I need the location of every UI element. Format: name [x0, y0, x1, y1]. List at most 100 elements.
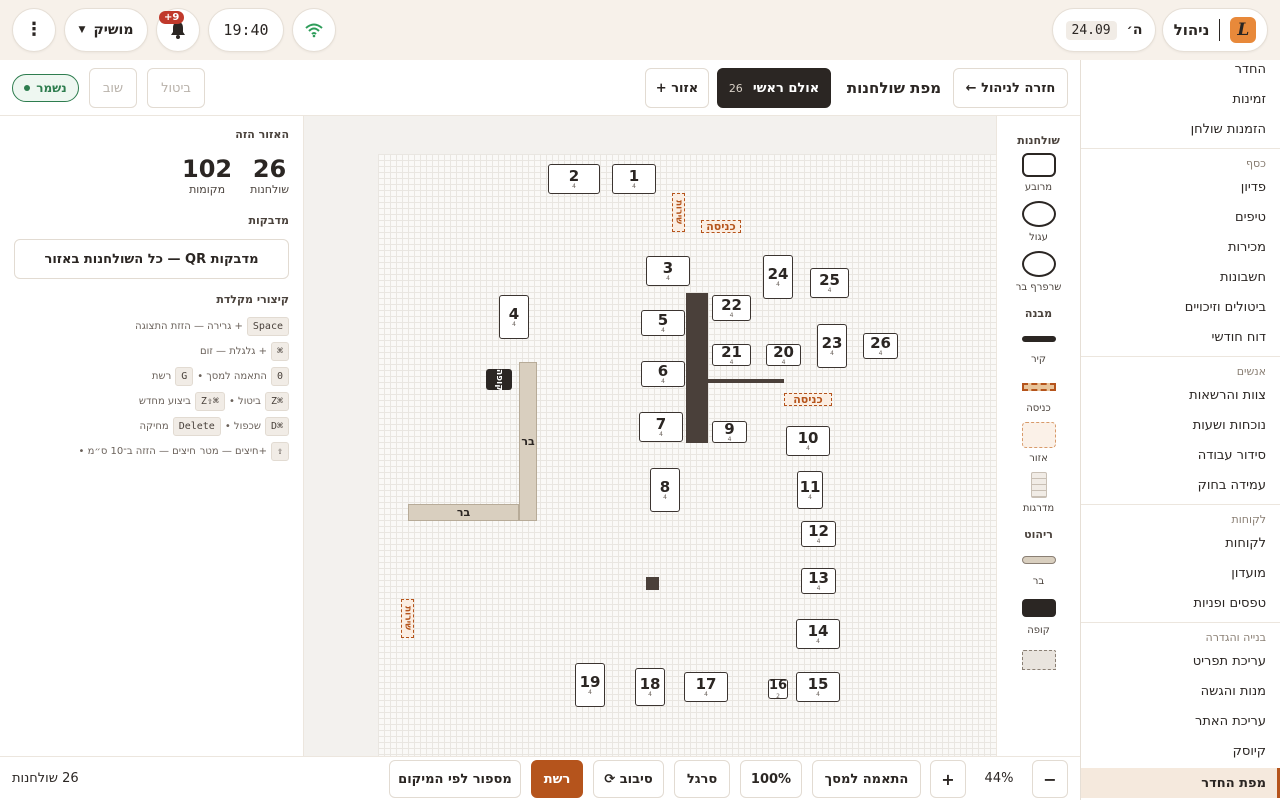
table-seats: 4	[816, 538, 821, 545]
table-3[interactable]: 34	[646, 256, 690, 286]
ruler-button[interactable]: סרגל	[674, 760, 730, 798]
zoom-in-button[interactable]: +	[930, 760, 966, 798]
palette-label: בר	[1032, 576, 1045, 587]
table-20[interactable]: 20 4	[766, 344, 801, 366]
floor-canvas[interactable]: בר בר קופה כניסה כניסה שירות שירות 14 24 3…	[304, 116, 996, 756]
palette-register[interactable]: קופה	[997, 595, 1080, 636]
sidebar-item[interactable]: החדר	[1081, 60, 1280, 84]
table-18[interactable]: 18 4	[635, 668, 665, 706]
entrance-marker[interactable]: כניסה	[701, 220, 741, 233]
sidebar-item[interactable]: מכירות	[1081, 232, 1280, 262]
palette-zone[interactable]: אזור	[997, 422, 1080, 464]
palette-more-item[interactable]	[1021, 650, 1056, 670]
fit-to-screen-button[interactable]: התאמה למסך	[812, 760, 921, 798]
sidebar-item-room-map[interactable]: מפת החדר	[1081, 768, 1280, 798]
entrance-marker[interactable]: כניסה	[784, 393, 832, 406]
table-19[interactable]: 19 4	[575, 663, 605, 707]
sidebar-item[interactable]: עריכת תפריט	[1081, 646, 1280, 676]
pillar[interactable]	[646, 577, 659, 590]
shortcut-description: התאמה למסך •	[197, 371, 267, 382]
table-17[interactable]: 17 4	[684, 672, 728, 702]
shortcut-description: + גלגלת — זום	[200, 346, 267, 357]
table-23[interactable]: 23 4	[817, 324, 847, 368]
table-7[interactable]: 74	[639, 412, 683, 442]
sidebar-item[interactable]: דוח חודשי	[1081, 322, 1280, 352]
sidebar-item[interactable]: נוכחות ושעות	[1081, 410, 1280, 440]
sidebar-item[interactable]: עמידה בחוק	[1081, 470, 1280, 500]
table-6[interactable]: 64	[641, 361, 685, 387]
table-22[interactable]: 22 4	[712, 295, 751, 321]
sidebar-item[interactable]: חשבונות	[1081, 262, 1280, 292]
table-12[interactable]: 12 4	[801, 521, 836, 547]
register-label: קופה	[494, 368, 504, 391]
brand-button[interactable]: ניהול L	[1162, 8, 1268, 52]
sidebar-item[interactable]: מועדון	[1081, 558, 1280, 588]
zoom-out-button[interactable]: −	[1032, 760, 1068, 798]
back-to-admin-button[interactable]: ← חזרה לניהול	[953, 68, 1068, 108]
sidebar-item[interactable]: הזמנות שולחן	[1081, 114, 1280, 144]
sidebar-item[interactable]: טפסים ופניות	[1081, 588, 1280, 618]
service-marker[interactable]: שירות	[401, 599, 414, 638]
palette-bar[interactable]: בר	[997, 547, 1080, 587]
sidebar-item[interactable]: זמינות	[1081, 84, 1280, 114]
service-marker[interactable]: שירות	[672, 193, 685, 232]
wall[interactable]	[708, 379, 784, 383]
palette-stairs[interactable]: מדרגות	[997, 472, 1080, 514]
table-16[interactable]: 16 2	[768, 678, 788, 700]
table-25[interactable]: 25 4	[810, 268, 849, 298]
grid-toggle-button[interactable]: רשת	[531, 760, 583, 798]
mode-selector[interactable]: ▼ מושיק	[64, 8, 148, 52]
sidebar-item[interactable]: מנות והגשה	[1081, 676, 1280, 706]
table-10[interactable]: 10 4	[786, 426, 830, 456]
palette-label: מדרגות	[1022, 503, 1055, 514]
renumber-button[interactable]: מספור לפי המיקום	[389, 760, 521, 798]
undo-button[interactable]: ביטול	[147, 68, 205, 108]
shortcut-description: + גרירה — הזזת התצוגה	[135, 321, 243, 332]
table-number: 5	[657, 311, 669, 329]
wall[interactable]	[686, 293, 708, 443]
table-14[interactable]: 14 4	[796, 619, 840, 649]
palette-square-table[interactable]: מרובע	[997, 153, 1080, 193]
palette-wall[interactable]: קיר	[997, 326, 1080, 365]
table-26[interactable]: 26 4	[863, 333, 898, 359]
table-5[interactable]: 54	[641, 310, 685, 336]
notifications-button[interactable]: +9	[156, 8, 200, 52]
zone-panel: האזור הזה 26 שולחנות 102 מקומות מדבקות מ…	[0, 116, 304, 756]
bar-counter[interactable]: בר	[519, 362, 537, 521]
sidebar-item[interactable]: ביטולים וזיכויים	[1081, 292, 1280, 322]
table-15[interactable]: 15 4	[796, 672, 840, 702]
sidebar-item[interactable]: טיפים	[1081, 202, 1280, 232]
sidebar-item[interactable]: פדיון	[1081, 172, 1280, 202]
table-4[interactable]: 44	[499, 295, 529, 339]
table-24[interactable]: 24 4	[763, 255, 793, 299]
palette-round-table[interactable]: עגול	[997, 201, 1080, 243]
table-21[interactable]: 21 4	[712, 344, 751, 366]
sidebar-item[interactable]: עריכת האתר	[1081, 706, 1280, 736]
bar-counter[interactable]: בר	[408, 504, 519, 521]
element-palette: שולחנות מרובע עגול שרפרף בר מבנה קיר כני…	[996, 116, 1080, 756]
qr-stickers-button[interactable]: מדבקות QR — כל השולחנות באזור	[14, 239, 289, 279]
zoom-100-button[interactable]: 100%	[740, 760, 802, 798]
palette-bar-stool[interactable]: שרפרף בר	[997, 251, 1080, 293]
register[interactable]: קופה	[486, 369, 512, 390]
tables-label: שולחנות	[250, 183, 289, 196]
add-zone-button[interactable]: + אזור	[645, 68, 709, 108]
sidebar-item[interactable]: צוות והרשאות	[1081, 380, 1280, 410]
sidebar-item[interactable]: סידור עבודה	[1081, 440, 1280, 470]
shortcut-key: ⇧	[270, 442, 289, 461]
table-13[interactable]: 13 4	[801, 568, 836, 594]
table-2[interactable]: 24	[548, 164, 600, 194]
room-selector-button[interactable]: 26 אולם ראשי	[717, 68, 831, 108]
palette-entrance[interactable]: כניסה	[997, 373, 1080, 414]
redo-button[interactable]: שוב	[89, 68, 137, 108]
sidebar-item[interactable]: קיוסק	[1081, 736, 1280, 766]
more-menu-button[interactable]: ⋮	[12, 8, 56, 52]
table-seats: 4	[781, 359, 786, 366]
table-8[interactable]: 84	[650, 468, 680, 512]
table-1[interactable]: 14	[612, 164, 656, 194]
minus-icon: −	[1043, 769, 1057, 789]
sidebar-item[interactable]: לקוחות	[1081, 528, 1280, 558]
rotate-button[interactable]: ⟳ סיבוב	[593, 760, 664, 798]
table-11[interactable]: 11 4	[797, 471, 823, 509]
table-9[interactable]: 94	[712, 421, 747, 443]
